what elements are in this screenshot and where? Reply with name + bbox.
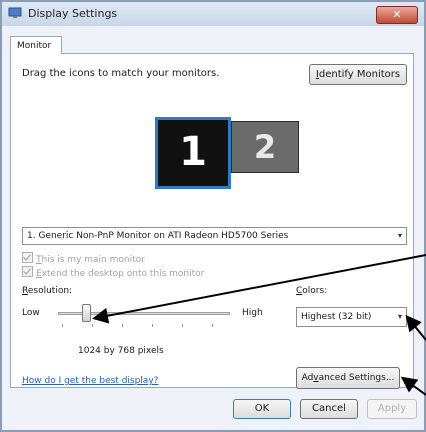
slider-tick — [62, 324, 63, 327]
slider-high-label: High — [242, 308, 263, 318]
slider-tick — [92, 324, 93, 327]
chevron-down-icon: ▾ — [397, 312, 402, 321]
checkbox-icon — [22, 252, 33, 263]
extend-desktop-checkbox[interactable]: Extend the desktop onto this monitor — [22, 266, 204, 279]
resolution-value: 1024 by 768 pixels — [78, 346, 164, 356]
checkbox-icon — [22, 266, 33, 277]
ok-button[interactable]: OK — [233, 399, 291, 419]
slider-tick — [152, 324, 153, 327]
resolution-slider[interactable] — [58, 302, 230, 327]
display-settings-icon — [8, 7, 22, 18]
monitor-select-value: 1. Generic Non-PnP Monitor on ATI Radeon… — [27, 231, 289, 241]
slider-low-label: Low — [22, 308, 40, 318]
monitor-1-tile[interactable]: 1 — [155, 117, 231, 189]
identify-rest: dentify Monitors — [318, 69, 401, 80]
tab-monitor[interactable]: Monitor — [10, 36, 62, 54]
window-title: Display Settings — [28, 7, 118, 20]
cancel-button[interactable]: Cancel — [300, 399, 358, 419]
advanced-rest: anced Settings... — [318, 373, 395, 383]
colors-select[interactable]: Highest (32 bit) ▾ — [296, 307, 407, 327]
main-monitor-checkbox[interactable]: This is my main monitor — [22, 252, 145, 265]
slider-tick — [212, 324, 213, 327]
apply-button[interactable]: Apply — [367, 399, 417, 419]
monitor-select[interactable]: 1. Generic Non-PnP Monitor on ATI Radeon… — [22, 227, 407, 245]
title-bar[interactable]: Display Settings ✕ — [2, 2, 424, 26]
resolution-label-rest: esolution: — [27, 286, 73, 296]
best-display-help-link[interactable]: How do I get the best display? — [22, 376, 158, 386]
identify-monitors-button[interactable]: Identify Monitors — [309, 64, 407, 85]
slider-thumb[interactable] — [82, 304, 91, 322]
colors-label-rest: olors: — [302, 286, 328, 296]
monitor-arrangement: 1 2 — [155, 117, 305, 197]
colors-select-value: Highest (32 bit) — [301, 312, 372, 322]
extend-desktop-label: xtend the desktop onto this monitor — [41, 269, 205, 279]
chevron-down-icon: ▾ — [397, 231, 402, 240]
close-icon: ✕ — [392, 8, 402, 21]
monitor-tab-panel — [10, 53, 414, 388]
slider-tick — [122, 324, 123, 327]
main-monitor-label: his is my main monitor — [41, 255, 145, 265]
monitor-2-tile[interactable]: 2 — [231, 121, 299, 173]
advanced-prefix: Ad — [301, 373, 314, 383]
instructions-text: Drag the icons to match your monitors. — [22, 68, 220, 79]
advanced-settings-button[interactable]: Advanced Settings... — [296, 367, 400, 389]
colors-label: Colors: — [296, 286, 327, 296]
close-button[interactable]: ✕ — [376, 6, 418, 24]
slider-tick — [182, 324, 183, 327]
resolution-label: Resolution: — [22, 286, 72, 296]
